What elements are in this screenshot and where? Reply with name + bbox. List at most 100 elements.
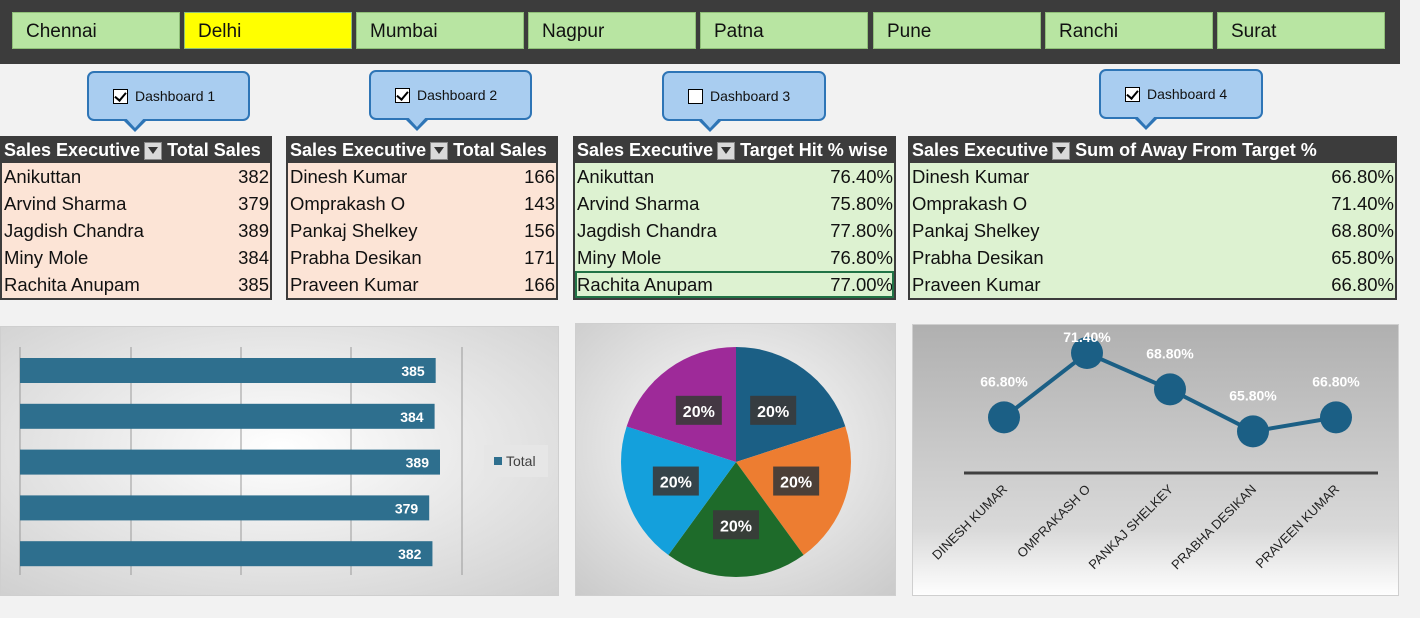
cell-value[interactable]: 66.80% xyxy=(1331,274,1394,296)
cell-value[interactable]: 156 xyxy=(524,220,555,242)
cell-name[interactable]: Miny Mole xyxy=(4,247,88,269)
cell-name[interactable]: Prabha Desikan xyxy=(912,247,1044,269)
data-label: 20% xyxy=(683,404,715,421)
cell-value[interactable]: 65.80% xyxy=(1331,247,1394,269)
table-row[interactable]: Anikuttan 382 xyxy=(2,163,270,190)
cell-value[interactable]: 171 xyxy=(524,247,555,269)
data-point-3[interactable] xyxy=(1154,373,1186,406)
cell-name[interactable]: Praveen Kumar xyxy=(290,274,419,296)
dashboard-3-toggle[interactable]: Dashboard 3 xyxy=(662,71,826,121)
checkbox-icon[interactable] xyxy=(395,87,410,103)
cell-value[interactable]: 66.80% xyxy=(1331,166,1394,188)
slicer-item-patna[interactable]: Patna xyxy=(700,12,868,49)
cell-value[interactable]: 68.80% xyxy=(1331,220,1394,242)
cell-value[interactable]: 76.80% xyxy=(830,247,893,269)
cell-value[interactable]: 75.80% xyxy=(830,193,893,215)
line-chart-away-from-target[interactable]: 66.80%71.40%68.80%65.80%66.80%DINESH KUM… xyxy=(912,324,1399,596)
table-row[interactable]: Dinesh Kumar 166 xyxy=(288,163,556,190)
cell-value[interactable]: 71.40% xyxy=(1331,193,1394,215)
table-row[interactable]: Arvind Sharma 379 xyxy=(2,190,270,217)
table-row[interactable]: Miny Mole 384 xyxy=(2,244,270,271)
slicer-item-chennai[interactable]: Chennai xyxy=(12,12,180,49)
bar-anikuttan[interactable] xyxy=(20,541,433,567)
cell-name[interactable]: Prabha Desikan xyxy=(290,247,422,269)
cell-name[interactable]: Miny Mole xyxy=(577,247,661,269)
cell-value[interactable]: 384 xyxy=(238,247,269,269)
table-row[interactable]: Jagdish Chandra 389 xyxy=(2,217,270,244)
slicer-item-pune[interactable]: Pune xyxy=(873,12,1041,49)
cell-value[interactable]: 389 xyxy=(238,220,269,242)
cell-name[interactable]: Omprakash O xyxy=(290,193,405,215)
cell-name[interactable]: Rachita Anupam xyxy=(577,274,713,296)
filter-dropdown-icon[interactable] xyxy=(1052,141,1071,160)
cell-value[interactable]: 379 xyxy=(238,193,269,215)
checkbox-icon[interactable] xyxy=(113,88,128,104)
bar-arvind-sharma[interactable] xyxy=(20,495,430,521)
cell-value[interactable]: 166 xyxy=(524,274,555,296)
cell-name[interactable]: Anikuttan xyxy=(4,166,81,188)
slicer-item-surat[interactable]: Surat xyxy=(1217,12,1385,49)
cell-name[interactable]: Dinesh Kumar xyxy=(912,166,1029,188)
table-row[interactable]: Omprakash O 71.40% xyxy=(910,190,1395,217)
cell-name[interactable]: Praveen Kumar xyxy=(912,274,1041,296)
filter-dropdown-icon[interactable] xyxy=(144,141,163,160)
cell-name[interactable]: Rachita Anupam xyxy=(4,274,140,296)
bar-chart-total-sales[interactable]: 385 384 389 379 382 Total xyxy=(0,326,559,596)
cell-value[interactable]: 385 xyxy=(238,274,269,296)
filter-dropdown-icon[interactable] xyxy=(717,141,736,160)
data-point-4[interactable] xyxy=(1237,415,1269,448)
cell-name[interactable]: Pankaj Shelkey xyxy=(290,220,418,242)
table-row[interactable]: Dinesh Kumar 66.80% xyxy=(910,163,1395,190)
cell-name[interactable]: Dinesh Kumar xyxy=(290,166,407,188)
table-row[interactable]: Arvind Sharma 75.80% xyxy=(575,190,894,217)
column-header-sales-executive: Sales Executive xyxy=(290,140,427,160)
dashboard-1-toggle[interactable]: Dashboard 1 xyxy=(87,71,250,121)
cell-name[interactable]: Jagdish Chandra xyxy=(577,220,717,242)
data-label: 68.80% xyxy=(1146,345,1194,361)
table-row[interactable]: Omprakash O 143 xyxy=(288,190,556,217)
cell-value[interactable]: 77.80% xyxy=(830,220,893,242)
table-row[interactable]: Miny Mole 76.80% xyxy=(575,244,894,271)
cell-value[interactable]: 166 xyxy=(524,166,555,188)
cell-value[interactable]: 77.00% xyxy=(830,274,893,296)
cell-name[interactable]: Pankaj Shelkey xyxy=(912,220,1040,242)
cell-value[interactable]: 143 xyxy=(524,193,555,215)
dashboard-2-toggle[interactable]: Dashboard 2 xyxy=(369,70,532,120)
data-label: 20% xyxy=(780,475,812,492)
checkbox-icon[interactable] xyxy=(688,88,703,104)
table-row[interactable]: Jagdish Chandra 77.80% xyxy=(575,217,894,244)
cell-value[interactable]: 76.40% xyxy=(830,166,893,188)
bar-jagdish-chandra[interactable] xyxy=(20,449,440,475)
cell-value[interactable]: 382 xyxy=(238,166,269,188)
dashboard-4-toggle[interactable]: Dashboard 4 xyxy=(1099,69,1263,119)
table-row[interactable]: Pankaj Shelkey 156 xyxy=(288,217,556,244)
cell-name[interactable]: Arvind Sharma xyxy=(4,193,126,215)
cell-name[interactable]: Jagdish Chandra xyxy=(4,220,144,242)
cell-name[interactable]: Anikuttan xyxy=(577,166,654,188)
data-point-5[interactable] xyxy=(1320,401,1352,434)
table-row[interactable]: Praveen Kumar 66.80% xyxy=(910,271,1395,298)
cell-name[interactable]: Arvind Sharma xyxy=(577,193,699,215)
checkbox-icon[interactable] xyxy=(1125,86,1140,102)
table-row[interactable]: Prabha Desikan 171 xyxy=(288,244,556,271)
table-row[interactable]: Rachita Anupam 77.00% xyxy=(575,271,894,298)
data-label: 389 xyxy=(406,455,430,471)
table-row[interactable]: Anikuttan 76.40% xyxy=(575,163,894,190)
slicer-item-mumbai[interactable]: Mumbai xyxy=(356,12,524,49)
table-row[interactable]: Prabha Desikan 65.80% xyxy=(910,244,1395,271)
data-label: 65.80% xyxy=(1229,387,1277,403)
slicer-item-nagpur[interactable]: Nagpur xyxy=(528,12,696,49)
slicer-item-delhi[interactable]: Delhi xyxy=(184,12,352,49)
pie-chart-target-hit[interactable]: 20% 20% 20% 20% 20% xyxy=(575,323,896,596)
table-row[interactable]: Rachita Anupam 385 xyxy=(2,271,270,298)
data-label: 20% xyxy=(660,475,692,492)
cell-name[interactable]: Omprakash O xyxy=(912,193,1027,215)
bar-rachita-anupam[interactable] xyxy=(20,358,436,383)
slicer-item-ranchi[interactable]: Ranchi xyxy=(1045,12,1213,49)
table-row[interactable]: Praveen Kumar 166 xyxy=(288,271,556,298)
table-row[interactable]: Pankaj Shelkey 68.80% xyxy=(910,217,1395,244)
data-label: 385 xyxy=(401,363,425,379)
filter-dropdown-icon[interactable] xyxy=(430,141,449,160)
bar-miny-mole[interactable] xyxy=(20,403,435,429)
data-point-1[interactable] xyxy=(988,401,1020,434)
